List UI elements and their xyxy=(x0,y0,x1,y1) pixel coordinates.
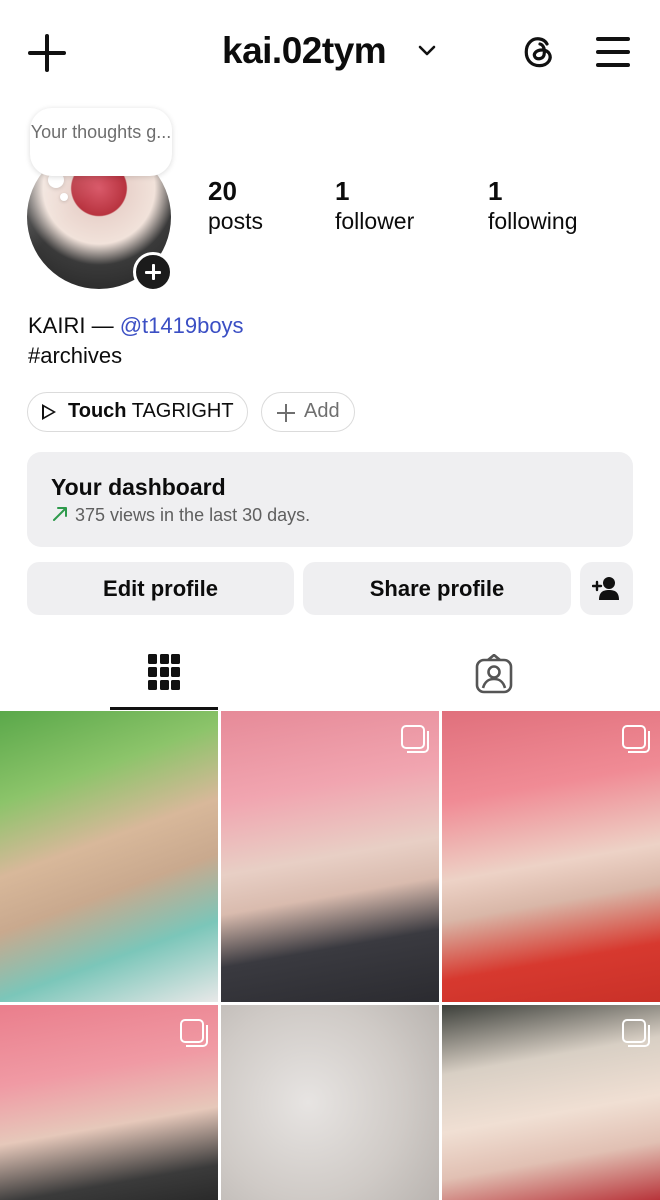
multiple-photos-icon xyxy=(622,1019,650,1047)
add-person-icon xyxy=(592,577,619,600)
stat-value: 1 xyxy=(488,176,503,206)
edit-profile-button[interactable]: Edit profile xyxy=(27,562,294,615)
threads-icon[interactable] xyxy=(518,30,560,72)
chevron-down-icon[interactable] xyxy=(416,40,438,62)
note-bubble[interactable]: Your thoughts g... xyxy=(30,108,172,176)
grid-icon xyxy=(148,654,180,690)
multiple-photos-icon xyxy=(622,725,650,753)
top-bar: kai.02tym xyxy=(0,0,660,105)
username-title[interactable]: kai.02tym xyxy=(222,30,387,72)
dashboard-title: Your dashboard xyxy=(51,474,226,500)
stat-value: 1 xyxy=(335,176,350,206)
post-thumbnail[interactable] xyxy=(221,711,439,1002)
dashboard-card[interactable]: Your dashboard 375 views in the last 30 … xyxy=(27,452,633,547)
post-thumbnail[interactable] xyxy=(221,1005,439,1200)
stat-followers[interactable]: 1 follower xyxy=(335,176,414,236)
note-bubble-tail xyxy=(60,193,68,201)
stat-label: posts xyxy=(208,208,263,234)
add-story-icon[interactable] xyxy=(133,252,173,292)
active-tab-indicator xyxy=(110,707,218,710)
menu-icon[interactable] xyxy=(596,37,630,67)
link-subtitle: TAGRIGHT xyxy=(131,400,234,422)
link-title: Touch xyxy=(68,400,127,422)
post-thumbnail[interactable] xyxy=(442,1005,660,1200)
tab-posts[interactable] xyxy=(110,640,218,710)
dashboard-subtitle: 375 views in the last 30 days. xyxy=(75,505,311,525)
display-name: KAIRI — xyxy=(28,313,114,338)
trend-up-icon xyxy=(53,507,67,521)
add-label: Add xyxy=(304,400,340,422)
add-icon xyxy=(277,404,295,422)
stat-label: follower xyxy=(335,208,415,234)
stat-value: 20 xyxy=(208,176,237,206)
multiple-photos-icon xyxy=(401,725,429,753)
bio-text: #archives xyxy=(28,343,123,368)
share-profile-button[interactable]: Share profile xyxy=(303,562,571,615)
tagged-icon[interactable] xyxy=(474,654,514,694)
stat-posts[interactable]: 20 posts xyxy=(208,176,263,236)
discover-people-button[interactable] xyxy=(580,562,633,615)
post-thumbnail[interactable] xyxy=(442,711,660,1002)
play-icon xyxy=(42,404,56,420)
posts-grid xyxy=(0,711,660,1200)
mention-link[interactable]: @t1419boys xyxy=(120,313,244,338)
stat-following[interactable]: 1 following xyxy=(488,176,578,236)
post-thumbnail[interactable] xyxy=(0,1005,218,1200)
multiple-photos-icon xyxy=(180,1019,208,1047)
add-link-chip[interactable]: Add xyxy=(261,392,355,432)
profile-tabs xyxy=(0,640,660,710)
post-thumbnail[interactable] xyxy=(0,711,218,1002)
bio-name-line: KAIRI — @t1419boys xyxy=(28,312,244,340)
music-link-chip[interactable]: Touch TAGRIGHT xyxy=(27,392,248,432)
stat-label: following xyxy=(488,208,578,234)
add-icon[interactable] xyxy=(28,34,66,72)
